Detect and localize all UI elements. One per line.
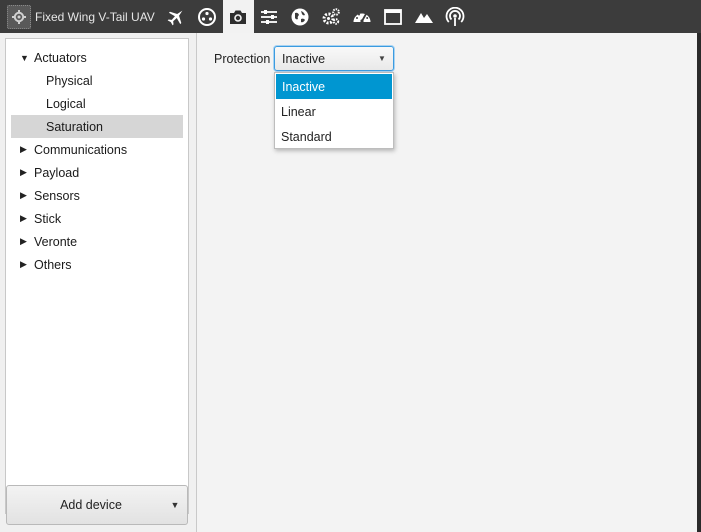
antenna-icon[interactable] (440, 0, 471, 33)
gear-chip-icon (7, 4, 31, 29)
protection-select-value: Inactive (282, 51, 326, 66)
chevron-down-icon[interactable]: ▼ (371, 54, 393, 63)
airplane-icon[interactable] (161, 0, 192, 33)
tree-item-label: Actuators (34, 50, 87, 65)
tree-item-label: Stick (34, 211, 62, 226)
device-tree-panel: ▼ Actuators Physical Logical Saturation … (5, 38, 189, 514)
tree-item-actuators[interactable]: ▼ Actuators (6, 46, 188, 69)
collapsed-arrow-icon[interactable]: ▶ (20, 259, 34, 270)
tree-item-label: Communications (34, 142, 128, 157)
dropdown-option-linear[interactable]: Linear (275, 99, 393, 124)
saturation-config-panel: Protection Inactive ▼ Inactive Linear St… (197, 33, 697, 532)
tree-item-sensors[interactable]: ▶ Sensors (6, 184, 188, 207)
title-bar: Fixed Wing V-Tail UAV (0, 0, 701, 33)
tree-item-label: Veronte (34, 234, 78, 249)
dropdown-option-inactive[interactable]: Inactive (276, 74, 392, 99)
tree-item-label: Saturation (46, 119, 103, 134)
window-icon[interactable] (378, 0, 409, 33)
tree-item-payload[interactable]: ▶ Payload (6, 161, 188, 184)
expanded-arrow-icon[interactable]: ▼ (20, 53, 34, 63)
protection-select[interactable]: Inactive ▼ (274, 46, 394, 71)
gears-icon[interactable] (316, 0, 347, 33)
add-device-label: Add device (60, 498, 122, 512)
terrain-icon[interactable] (409, 0, 440, 33)
tree-item-others[interactable]: ▶ Others (6, 253, 188, 276)
collapsed-arrow-icon[interactable]: ▶ (20, 236, 34, 247)
camera-icon[interactable] (222, 0, 254, 33)
tree-item-communications[interactable]: ▶ Communications (6, 138, 188, 161)
collapsed-arrow-icon[interactable]: ▶ (20, 144, 34, 155)
joystick-icon[interactable] (192, 0, 223, 33)
protection-dropdown-list: Inactive Linear Standard (274, 72, 394, 149)
main-window: ▼ Actuators Physical Logical Saturation … (0, 33, 701, 532)
collapsed-arrow-icon[interactable]: ▶ (20, 190, 34, 201)
sliders-icon[interactable] (254, 0, 285, 33)
add-device-button[interactable]: Add device ▼ (6, 485, 188, 525)
tree-item-label: Physical (46, 73, 93, 88)
dropdown-option-standard[interactable]: Standard (275, 124, 393, 149)
tree-item-logical[interactable]: Logical (6, 92, 188, 115)
device-tree: ▼ Actuators Physical Logical Saturation … (6, 39, 188, 276)
chevron-down-icon[interactable]: ▼ (163, 500, 187, 510)
app-title: Fixed Wing V-Tail UAV (35, 9, 155, 24)
tree-item-label: Payload (34, 165, 80, 180)
tree-item-stick[interactable]: ▶ Stick (6, 207, 188, 230)
toolbar (161, 0, 471, 33)
tree-item-saturation[interactable]: Saturation (11, 115, 183, 138)
globe-icon[interactable] (285, 0, 316, 33)
title-bar-filler (470, 0, 701, 33)
collapsed-arrow-icon[interactable]: ▶ (20, 167, 34, 178)
collapsed-arrow-icon[interactable]: ▶ (20, 213, 34, 224)
protection-label: Protection (214, 52, 271, 66)
tree-item-label: Sensors (34, 188, 80, 203)
tree-item-physical[interactable]: Physical (6, 69, 188, 92)
gauge-icon[interactable] (347, 0, 378, 33)
tree-item-veronte[interactable]: ▶ Veronte (6, 230, 188, 253)
window-edge (697, 33, 701, 532)
tree-item-label: Others (34, 257, 72, 272)
tree-item-label: Logical (46, 96, 86, 111)
